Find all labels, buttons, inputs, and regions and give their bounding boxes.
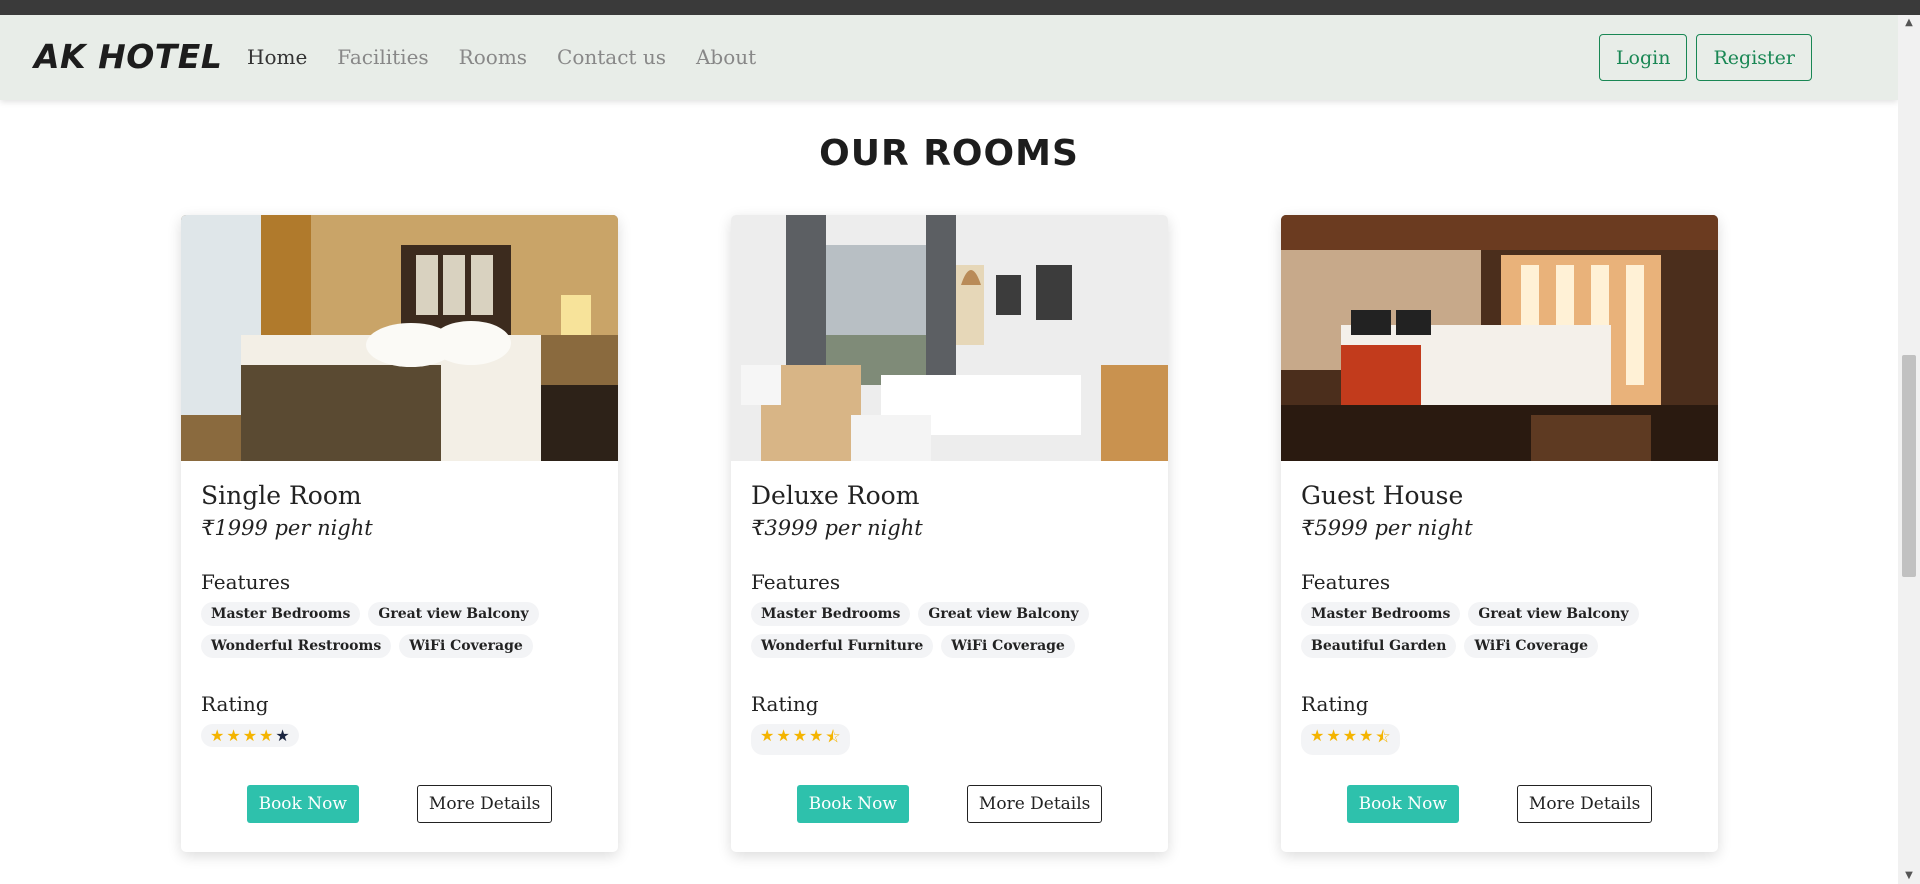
star-icon: ★ bbox=[1342, 726, 1358, 745]
room-price: ₹5999 per night bbox=[1301, 516, 1473, 540]
features-heading: Features bbox=[1301, 570, 1391, 594]
more-details-button[interactable]: More Details bbox=[966, 785, 1103, 823]
more-details-button[interactable]: More Details bbox=[1516, 785, 1653, 823]
navbar: AK HOTEL Home Facilities Rooms Contact u… bbox=[0, 15, 1898, 100]
register-button[interactable]: Register bbox=[1696, 34, 1812, 81]
card-actions: Book Now More Details bbox=[181, 785, 618, 823]
feature-badge: WiFi Coverage bbox=[399, 634, 533, 658]
room-card-deluxe: Deluxe Room ₹3999 per night Features Mas… bbox=[731, 215, 1168, 852]
book-now-button[interactable]: Book Now bbox=[246, 785, 359, 823]
card-body: Guest House ₹5999 per night Features Mas… bbox=[1281, 461, 1718, 755]
feature-badges: Master Bedrooms Great view Balcony Wonde… bbox=[201, 602, 541, 658]
nav-links: Home Facilities Rooms Contact us About bbox=[247, 45, 756, 69]
feature-badge: Master Bedrooms bbox=[201, 602, 361, 626]
features-heading: Features bbox=[751, 570, 841, 594]
feature-badge: Great view Balcony bbox=[1468, 602, 1639, 626]
room-price: ₹1999 per night bbox=[201, 516, 373, 540]
star-rating: ★ ★ ★ ★ ⯪ bbox=[1301, 724, 1400, 755]
room-photo bbox=[181, 215, 618, 461]
card-actions: Book Now More Details bbox=[731, 785, 1168, 823]
star-icon: ★ bbox=[1326, 726, 1341, 745]
feature-badge: Master Bedrooms bbox=[751, 602, 911, 626]
nav-link-about[interactable]: About bbox=[696, 45, 756, 69]
star-empty-icon: ★ bbox=[275, 726, 290, 745]
page-viewport: AK HOTEL Home Facilities Rooms Contact u… bbox=[0, 15, 1898, 884]
browser-top-strip bbox=[0, 0, 1920, 15]
book-now-button[interactable]: Book Now bbox=[1346, 785, 1459, 823]
room-name: Single Room bbox=[201, 481, 362, 510]
card-actions: Book Now More Details bbox=[1281, 785, 1718, 823]
rating-heading: Rating bbox=[751, 692, 819, 716]
room-price: ₹3999 per night bbox=[751, 516, 923, 540]
nav-link-rooms[interactable]: Rooms bbox=[459, 45, 527, 69]
star-icon: ★ bbox=[242, 726, 258, 745]
more-details-button[interactable]: More Details bbox=[416, 785, 553, 823]
star-icon: ★ bbox=[1310, 726, 1325, 745]
card-body: Single Room ₹1999 per night Features Mas… bbox=[181, 461, 618, 747]
feature-badge: Wonderful Restrooms bbox=[201, 634, 392, 658]
page-scrollbar[interactable]: ▲ ▼ bbox=[1898, 15, 1920, 884]
star-half-icon: ⯪ bbox=[1375, 727, 1391, 746]
feature-badge: WiFi Coverage bbox=[1464, 634, 1599, 658]
nav-link-facilities[interactable]: Facilities bbox=[337, 45, 428, 69]
room-photo bbox=[1281, 215, 1718, 461]
room-card-single: Single Room ₹1999 per night Features Mas… bbox=[181, 215, 618, 852]
room-name: Guest House bbox=[1301, 481, 1464, 510]
feature-badge: Wonderful Furniture bbox=[751, 634, 934, 658]
features-heading: Features bbox=[201, 570, 291, 594]
rating-heading: Rating bbox=[201, 692, 269, 716]
feature-badges: Master Bedrooms Great view Balcony Wonde… bbox=[751, 602, 1091, 658]
star-rating: ★ ★ ★ ★ ⯪ bbox=[751, 724, 850, 755]
star-icon: ★ bbox=[1359, 726, 1374, 745]
feature-badge: Great view Balcony bbox=[368, 602, 539, 626]
star-icon: ★ bbox=[792, 726, 808, 745]
star-icon: ★ bbox=[809, 726, 824, 745]
room-photo bbox=[731, 215, 1168, 461]
scroll-up-arrow-icon[interactable]: ▲ bbox=[1898, 15, 1920, 31]
book-now-button[interactable]: Book Now bbox=[796, 785, 909, 823]
feature-badges: Master Bedrooms Great view Balcony Beaut… bbox=[1301, 602, 1641, 658]
scroll-down-arrow-icon[interactable]: ▼ bbox=[1898, 868, 1920, 884]
section-title: OUR ROOMS bbox=[819, 133, 1079, 174]
star-icon: ★ bbox=[776, 726, 791, 745]
auth-buttons: Login Register bbox=[1598, 34, 1812, 81]
room-card-guest-house: Guest House ₹5999 per night Features Mas… bbox=[1281, 215, 1718, 852]
star-half-icon: ⯪ bbox=[825, 727, 841, 746]
scroll-thumb[interactable] bbox=[1902, 355, 1916, 577]
feature-badge: Master Bedrooms bbox=[1301, 602, 1461, 626]
feature-badge: Beautiful Garden bbox=[1301, 634, 1457, 658]
star-icon: ★ bbox=[210, 726, 225, 745]
nav-link-contact[interactable]: Contact us bbox=[557, 45, 666, 69]
login-button[interactable]: Login bbox=[1598, 34, 1688, 81]
brand-logo[interactable]: AK HOTEL bbox=[34, 37, 222, 76]
feature-badge: WiFi Coverage bbox=[941, 634, 1075, 658]
star-rating: ★ ★ ★ ★ ★ bbox=[201, 724, 299, 747]
feature-badge: Great view Balcony bbox=[918, 602, 1089, 626]
star-icon: ★ bbox=[226, 726, 241, 745]
card-body: Deluxe Room ₹3999 per night Features Mas… bbox=[731, 461, 1168, 755]
room-name: Deluxe Room bbox=[751, 481, 920, 510]
star-icon: ★ bbox=[760, 726, 775, 745]
rating-heading: Rating bbox=[1301, 692, 1369, 716]
star-icon: ★ bbox=[259, 726, 274, 745]
nav-link-home[interactable]: Home bbox=[247, 45, 307, 69]
